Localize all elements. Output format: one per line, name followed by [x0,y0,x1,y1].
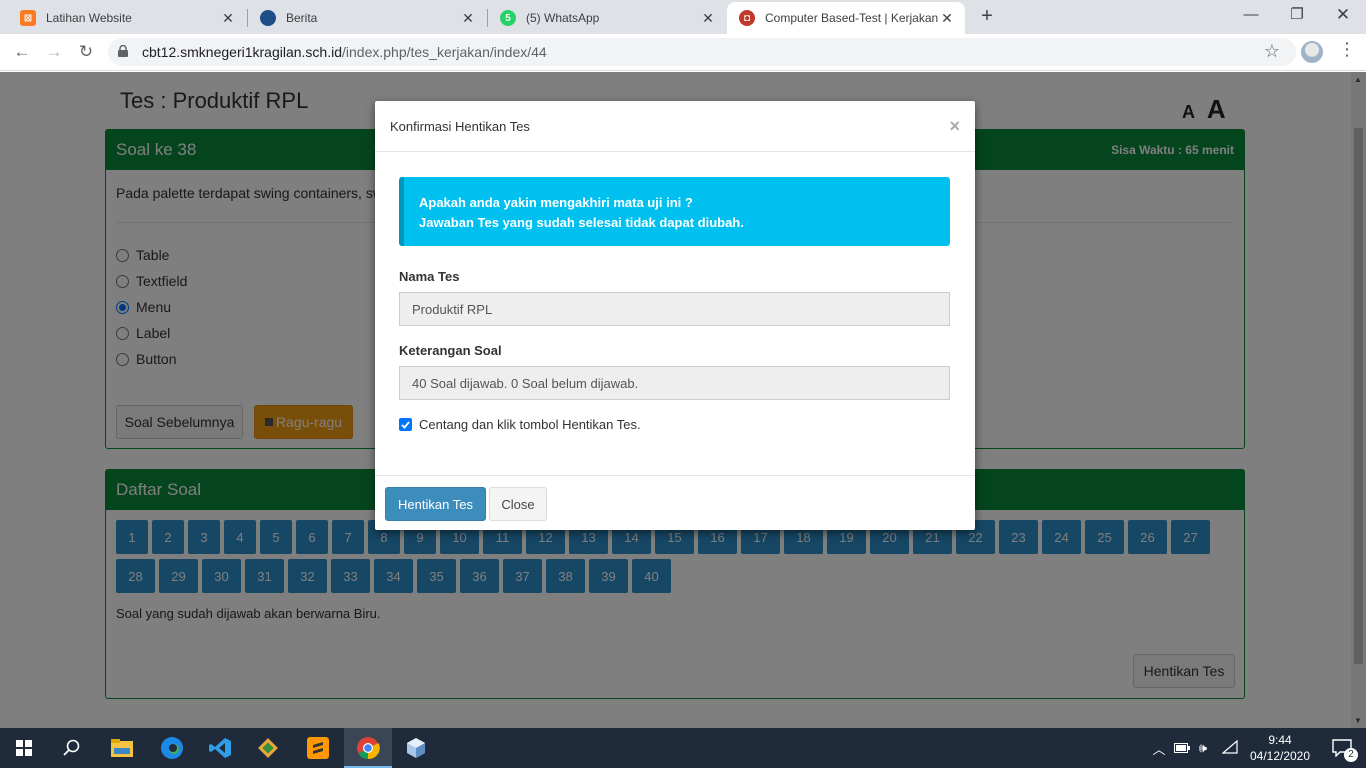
alert-line-2: Jawaban Tes yang sudah selesai tidak dap… [419,215,744,230]
bookmark-star-icon[interactable]: ☆ [1264,41,1280,62]
confirm-stop-test-dialog: Konfirmasi Hentikan Tes × Apakah anda ya… [375,101,975,530]
close-icon[interactable]: ✕ [220,10,236,27]
confirm-checkbox-row[interactable]: Centang dan klik tombol Hentikan Tes. [399,417,641,432]
browser-tab-strip: ⊠ Latihan Website ✕ Berita ✕ 5 (5) Whats… [0,0,1366,34]
whatsapp-badge: 5 [505,12,511,24]
taskbar-clock[interactable]: 9:44 04/12/2020 [1244,732,1316,764]
chevron-up-icon[interactable]: ︿ [1151,739,1167,758]
close-button[interactable]: Close [489,487,547,521]
system-tray: ︿ 🕪 [1151,728,1243,768]
tab-berita[interactable]: Berita ✕ [248,2,486,34]
sublime-text-icon[interactable] [294,728,342,768]
volume-icon[interactable]: 🕪 [1193,740,1213,756]
edu-logo-icon [260,10,276,26]
question-info-label: Keterangan Soal [399,343,502,358]
window-close-icon[interactable]: ✕ [1320,0,1366,32]
alert-line-1: Apakah anda yakin mengakhiri mata uji in… [419,195,693,210]
back-arrow-icon[interactable]: ← [10,40,34,64]
url-path: /index.php/tes_kerjakan/index/44 [342,44,547,60]
url-host: cbt12.smknegeri1kragilan.sch.id [142,44,342,60]
tab-computer-based-test[interactable]: ◘ Computer Based-Test | Kerjakan T ✕ [727,2,965,34]
chrome-icon[interactable] [344,728,392,768]
reload-icon[interactable]: ↻ [74,40,98,64]
tab-whatsapp[interactable]: 5 (5) WhatsApp ✕ [488,2,726,34]
restore-icon[interactable]: ❐ [1274,0,1320,32]
battery-icon[interactable] [1171,741,1193,756]
close-icon[interactable]: ✕ [939,10,955,27]
windows-start-icon[interactable] [0,728,48,768]
xampp-icon: ⊠ [20,10,36,26]
confirm-stop-button[interactable]: Hentikan Tes [385,487,486,521]
file-explorer-icon[interactable] [98,728,146,768]
checkmark-icon [401,420,410,429]
test-name-field: Produktif RPL [399,292,950,326]
forward-arrow-icon[interactable]: → [42,40,66,64]
dialog-footer: Hentikan Tes Close [375,475,975,530]
notification-count: 2 [1344,748,1358,762]
lock-icon [118,45,128,57]
url-bar[interactable]: cbt12.smknegeri1kragilan.sch.id/index.ph… [108,38,1296,66]
vscode-icon[interactable] [196,728,244,768]
whatsapp-icon: 5 [500,10,516,26]
notification-icon[interactable]: 2 [1318,728,1366,768]
clock-time: 9:44 [1268,733,1292,747]
tab-title: Computer Based-Test | Kerjakan T [765,11,939,25]
confirm-checkbox[interactable] [399,418,412,431]
cbt-icon: ◘ [739,10,755,26]
windows-taskbar: ︿ 🕪 9:44 04/12/2020 2 [0,728,1366,768]
browser-menu-icon[interactable]: ⋮ [1338,39,1356,60]
profile-avatar[interactable] [1301,41,1323,63]
tab-title: Berita [286,11,318,25]
tab-title: (5) WhatsApp [526,11,600,25]
new-tab-icon[interactable]: + [976,5,998,27]
virtualbox-icon[interactable] [392,728,440,768]
search-icon[interactable] [48,728,96,768]
address-toolbar: ← → ↻ cbt12.smknegeri1kragilan.sch.id/in… [0,34,1366,71]
tab-latihan-website[interactable]: ⊠ Latihan Website ✕ [8,2,246,34]
question-info-field: 40 Soal dijawab. 0 Soal belum dijawab. [399,366,950,400]
tab-title: Latihan Website [46,11,132,25]
test-name-label: Nama Tes [399,269,460,284]
close-icon[interactable]: ✕ [700,10,716,27]
confirm-checkbox-label: Centang dan klik tombol Hentikan Tes. [419,417,641,432]
close-icon[interactable]: × [949,116,960,137]
dialog-title: Konfirmasi Hentikan Tes [390,118,530,134]
edge-icon[interactable] [148,728,196,768]
network-icon[interactable] [1217,739,1243,757]
dialog-header: Konfirmasi Hentikan Tes × [375,101,975,152]
minimize-icon[interactable]: — [1228,0,1274,32]
git-icon[interactable] [244,728,292,768]
clock-date: 04/12/2020 [1249,749,1311,763]
close-icon[interactable]: ✕ [460,10,476,27]
url-text: cbt12.smknegeri1kragilan.sch.id/index.ph… [142,44,547,60]
warning-alert: Apakah anda yakin mengakhiri mata uji in… [399,177,950,246]
